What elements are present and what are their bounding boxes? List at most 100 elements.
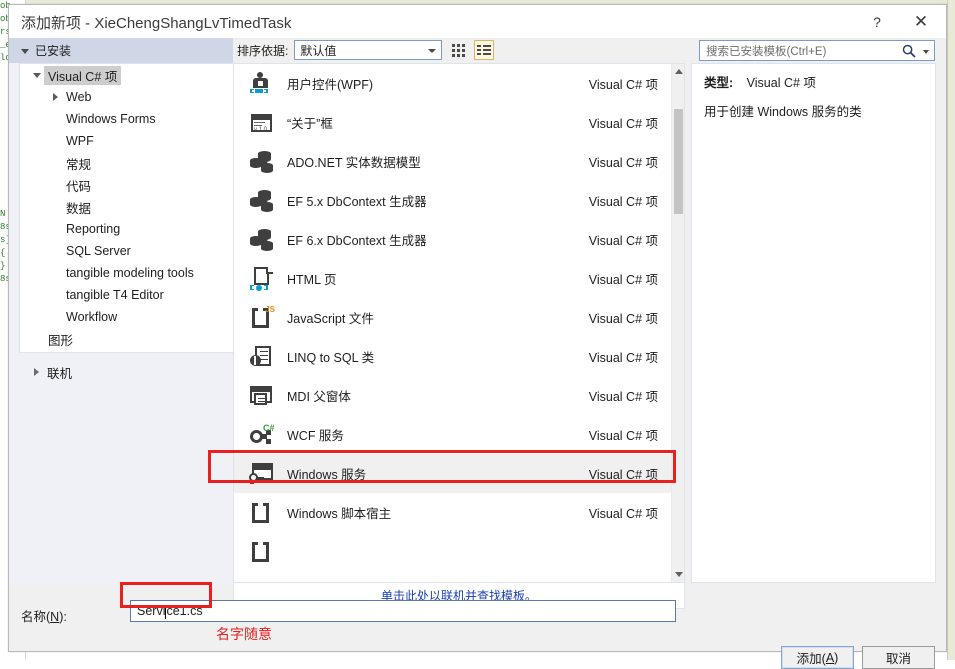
template-item-name: Windows 脚本宿主 <box>287 507 392 521</box>
tree-item-code[interactable]: 代码 <box>20 174 233 196</box>
detail-type-value: Visual C# 项 <box>746 76 816 90</box>
tiles-view-icon <box>451 43 465 57</box>
search-placeholder: 搜索已安装模板(Ctrl+E) <box>706 45 827 58</box>
tree-item-web[interactable]: Web <box>20 86 233 108</box>
detail-type-label: 类型: <box>704 76 734 90</box>
template-item-partial[interactable] <box>234 532 671 571</box>
template-list[interactable]: 用户控件(WPF) Visual C# 项 v 1.0 “关于”框 Visual… <box>234 64 671 582</box>
template-item-kind: Visual C# 项 <box>588 312 658 326</box>
tree-item-sql-server[interactable]: SQL Server <box>20 240 233 262</box>
template-item-kind: Visual C# 项 <box>588 156 658 170</box>
tree-item-windows-forms[interactable]: Windows Forms <box>20 108 233 130</box>
chevron-down-icon[interactable] <box>923 50 929 54</box>
tiles-view-button[interactable] <box>448 40 468 60</box>
template-item-name: EF 6.x DbContext 生成器 <box>287 234 427 248</box>
script-host-icon <box>249 500 275 526</box>
template-item-name: JavaScript 文件 <box>287 312 374 326</box>
tree-item-label: 图形 <box>48 333 74 348</box>
javascript-file-icon: JS <box>249 305 275 331</box>
template-item-kind: Visual C# 项 <box>588 273 658 287</box>
sort-select-value: 默认值 <box>300 43 337 58</box>
chevron-down-icon[interactable] <box>30 72 44 78</box>
scrollbar-thumb[interactable] <box>674 109 683 214</box>
chevron-down-icon <box>428 49 437 53</box>
template-item-kind: Visual C# 项 <box>588 234 658 248</box>
script-host-icon <box>249 539 275 565</box>
tree-item-label: WPF <box>66 134 94 148</box>
list-view-button[interactable] <box>474 40 495 60</box>
template-item-wcf-service[interactable]: C# WCF 服务 Visual C# 项 <box>234 415 671 454</box>
dialog-body: 已安装 排序依据: 默认值 搜索已安装模板(Ctrl+E) Visual C# … <box>9 38 948 669</box>
tree-item-reporting[interactable]: Reporting <box>20 218 233 240</box>
help-button[interactable]: ? <box>855 5 899 38</box>
tree-item-general[interactable]: 常规 <box>20 152 233 174</box>
template-item-kind: Visual C# 项 <box>588 117 658 131</box>
add-new-item-dialog: 添加新项 - XieChengShangLvTimedTask ? ✕ 已安装 … <box>8 4 948 669</box>
template-item-name: LINQ to SQL 类 <box>287 351 375 365</box>
template-item-javascript-file[interactable]: JS JavaScript 文件 Visual C# 项 <box>234 298 671 337</box>
template-item-windows-service[interactable]: Windows 服务 Visual C# 项 <box>234 454 671 493</box>
template-item-kind: Visual C# 项 <box>588 78 658 92</box>
template-item-kind: Visual C# 项 <box>588 351 658 365</box>
tree-item-graphics[interactable]: 图形 <box>20 328 233 350</box>
template-item-kind: Visual C# 项 <box>588 429 658 443</box>
annotation-text: 名字随意 <box>216 626 272 642</box>
tree-item-label: tangible T4 Editor <box>66 288 164 302</box>
chevron-down-icon <box>21 49 29 54</box>
tree-item-label: Workflow <box>66 310 118 324</box>
name-input[interactable]: Servi ce1.cs <box>130 600 676 622</box>
template-item-ef6-dbcontext-generator[interactable]: EF 6.x DbContext 生成器 Visual C# 项 <box>234 220 671 259</box>
sort-label: 排序依据: <box>237 43 289 58</box>
tree-item-online[interactable]: 联机 <box>19 361 233 383</box>
template-item-mdi-parent-form[interactable]: MDI 父窗体 Visual C# 项 <box>234 376 671 415</box>
close-icon[interactable]: ✕ <box>899 5 943 38</box>
tree-item-label: Web <box>66 90 92 104</box>
name-input-value-after-caret: ce1.cs <box>166 604 203 618</box>
tree-item-tangible-modeling-tools[interactable]: tangible modeling tools <box>20 262 233 284</box>
tree-item-visual-csharp[interactable]: Visual C# 项 <box>20 64 233 86</box>
search-icon <box>902 44 916 58</box>
tree-item-label: Reporting <box>66 222 121 236</box>
tree-item-label: 常规 <box>66 157 92 172</box>
tree-item-label: 联机 <box>47 366 73 381</box>
chevron-right-icon[interactable] <box>29 368 43 376</box>
template-item-name: Windows 服务 <box>287 468 367 482</box>
template-item-ado-net-entity-data-model[interactable]: ADO.NET 实体数据模型 Visual C# 项 <box>234 142 671 181</box>
tree-item-tangible-t4-editor[interactable]: tangible T4 Editor <box>20 284 233 306</box>
name-field-row: 名称(N): Servi ce1.cs <box>9 594 948 634</box>
entity-data-model-icon <box>249 227 275 253</box>
template-item-kind: Visual C# 项 <box>588 390 658 404</box>
template-item-html-page[interactable]: HTML 页 Visual C# 项 <box>234 259 671 298</box>
template-list-scrollbar[interactable] <box>671 64 684 582</box>
template-item-linq-to-sql-classes[interactable]: LINQ to SQL 类 Visual C# 项 <box>234 337 671 376</box>
name-input-value-before-caret: Servi <box>137 604 166 618</box>
template-item-ef5-dbcontext-generator[interactable]: EF 5.x DbContext 生成器 Visual C# 项 <box>234 181 671 220</box>
about-box-icon: v 1.0 <box>249 110 275 136</box>
tree-item-wpf[interactable]: WPF <box>20 130 233 152</box>
tree-item-label: Visual C# 项 <box>44 65 122 85</box>
tree-item-label: 数据 <box>66 201 92 216</box>
ide-scroll-map[interactable] <box>948 0 955 660</box>
template-item-about-box[interactable]: v 1.0 “关于”框 Visual C# 项 <box>234 103 671 142</box>
add-button[interactable]: 添加(A) <box>781 646 854 669</box>
chevron-right-icon[interactable] <box>48 93 62 101</box>
search-control: 搜索已安装模板(Ctrl+E) <box>699 40 935 61</box>
template-category-pane: Visual C# 项 Web Windows Forms WPF 常规 代码 <box>9 63 233 583</box>
sort-select[interactable]: 默认值 <box>294 40 443 60</box>
installed-group-header[interactable]: 已安装 <box>9 38 233 63</box>
search-input[interactable]: 搜索已安装模板(Ctrl+E) <box>699 40 935 61</box>
scroll-up-button[interactable] <box>672 64 685 79</box>
template-item-user-control-wpf[interactable]: 用户控件(WPF) Visual C# 项 <box>234 64 671 103</box>
tree-item-label: Windows Forms <box>66 112 156 126</box>
tree-item-workflow[interactable]: Workflow <box>20 306 233 328</box>
dialog-button-row: 添加(A) 取消 <box>781 646 935 669</box>
cancel-button[interactable]: 取消 <box>862 646 935 669</box>
detail-type-row: 类型: Visual C# 项 <box>704 72 935 91</box>
template-item-windows-script-host[interactable]: Windows 脚本宿主 Visual C# 项 <box>234 493 671 532</box>
detail-description: 用于创建 Windows 服务的类 <box>704 105 862 119</box>
template-item-kind: Visual C# 项 <box>588 468 658 482</box>
tree-item-data[interactable]: 数据 <box>20 196 233 218</box>
scroll-down-button[interactable] <box>672 567 685 582</box>
template-item-name: ADO.NET 实体数据模型 <box>287 156 421 170</box>
mdi-parent-form-icon <box>249 383 275 409</box>
